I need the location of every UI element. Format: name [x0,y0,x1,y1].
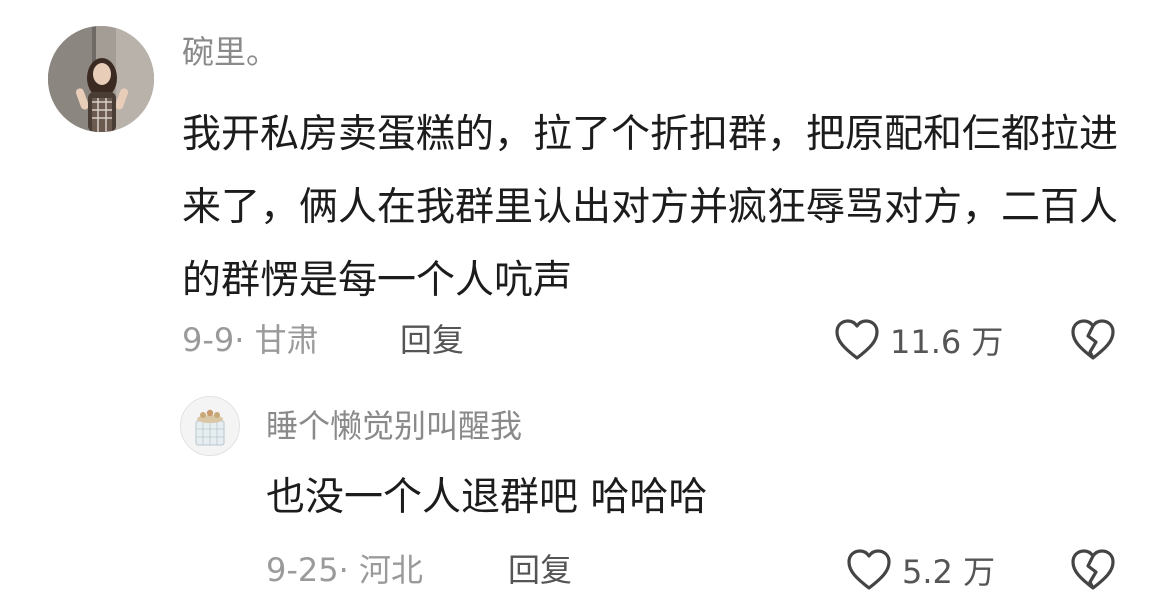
avatar[interactable] [48,26,154,132]
like-button[interactable]: 5.2 万 [846,546,995,594]
like-count: 11.6 万 [890,323,1004,361]
reply-button[interactable]: 回复 [400,316,464,364]
cake-icon [181,397,239,455]
broken-heart-icon [1071,549,1115,590]
heart-outline-icon [835,319,879,360]
like-count: 5.2 万 [902,553,996,591]
reply-meta: 9-25· 河北 回复 [266,546,572,594]
date-location: 9-9· 甘肃 [182,321,319,359]
comment-text: 我开私房卖蛋糕的，拉了个折扣群，把原配和仨都拉进来了，俩人在我群里认出对方并疯狂… [182,112,1119,303]
heart-outline-icon [847,549,891,590]
dislike-button[interactable] [1070,318,1116,366]
user-photo-icon [48,26,154,132]
dislike-button[interactable] [1070,548,1116,596]
comment-meta: 9-9· 甘肃 回复 [182,316,464,364]
reply-username[interactable]: 睡个懒觉别叫醒我 [266,402,522,450]
username[interactable]: 碗里。 [182,28,278,76]
like-button[interactable]: 11.6 万 [834,316,1003,364]
date-location: 9-25· 河北 [266,551,423,589]
reply-button[interactable]: 回复 [508,546,572,594]
broken-heart-icon [1071,319,1115,360]
reply-text: 也没一个人退群吧 哈哈哈 [266,475,708,520]
reply-avatar[interactable] [180,396,240,456]
